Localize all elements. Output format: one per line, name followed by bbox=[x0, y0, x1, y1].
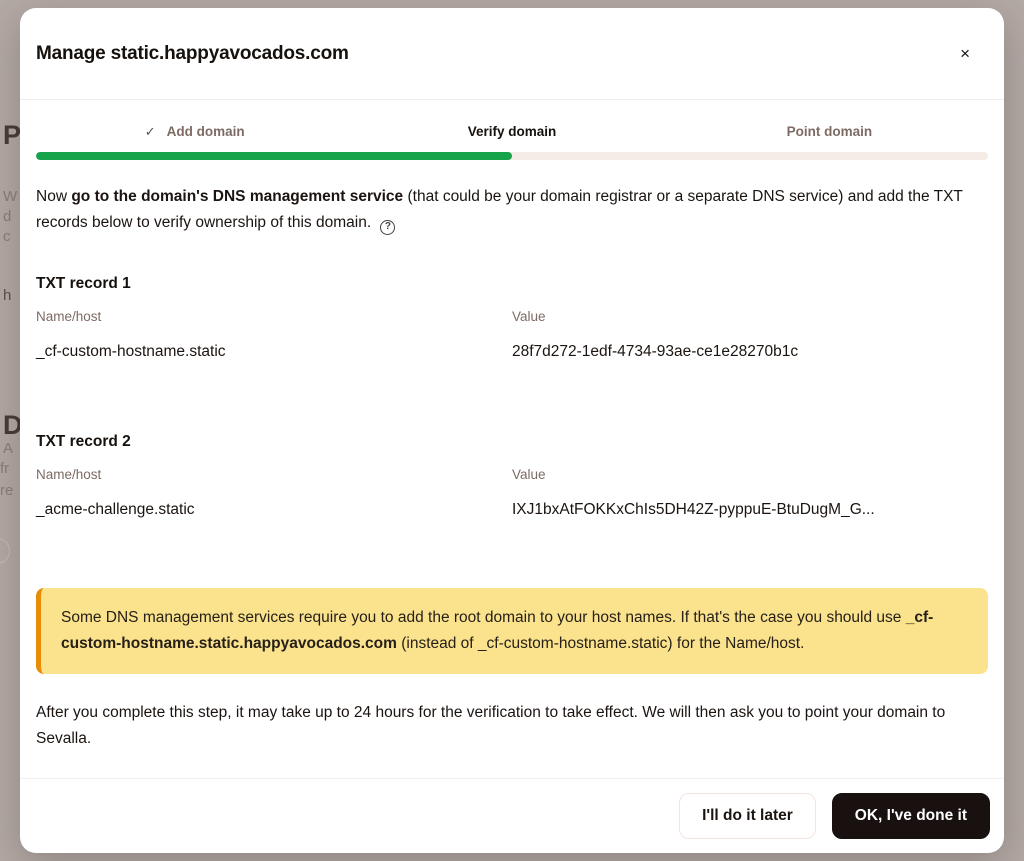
txt-record-1-headers: Name/host Value bbox=[36, 308, 988, 326]
background-text-fragment: P bbox=[3, 120, 21, 151]
value-column-header: Value bbox=[512, 308, 988, 326]
close-icon[interactable]: × bbox=[954, 39, 976, 68]
manage-domain-modal: Manage static.happyavocados.com × ✓ Add … bbox=[20, 8, 1004, 853]
txt-record-1-title: TXT record 1 bbox=[36, 274, 988, 294]
background-text-fragment: re bbox=[0, 482, 13, 499]
value-column-header: Value bbox=[512, 466, 988, 484]
background-circle-fragment bbox=[0, 538, 10, 564]
help-icon[interactable]: ? bbox=[380, 220, 395, 235]
check-icon: ✓ bbox=[145, 124, 156, 140]
modal-body: ✓ Add domain Verify domain Point domain … bbox=[20, 100, 1004, 778]
step-point-domain: Point domain bbox=[671, 124, 988, 140]
modal-header: Manage static.happyavocados.com × bbox=[20, 8, 1004, 100]
verification-time-note: After you complete this step, it may tak… bbox=[36, 700, 988, 752]
intro-paragraph: Now go to the domain's DNS management se… bbox=[36, 184, 988, 236]
txt-record-1-value: 28f7d272-1edf-4734-93ae-ce1e28270b1c bbox=[512, 342, 988, 362]
notice-text-post: (instead of _cf-custom-hostname.static) … bbox=[397, 635, 804, 652]
wizard-progress-fill bbox=[36, 152, 512, 160]
background-text-fragment: A bbox=[3, 440, 13, 457]
ok-done-button[interactable]: OK, I've done it bbox=[832, 793, 990, 839]
dns-root-domain-notice: Some DNS management services require you… bbox=[36, 588, 988, 674]
txt-record-1-name: _cf-custom-hostname.static bbox=[36, 342, 512, 362]
background-text-fragment: fr bbox=[0, 460, 9, 477]
step-verify-domain: Verify domain bbox=[353, 124, 670, 140]
intro-text-bold: go to the domain's DNS management servic… bbox=[71, 188, 403, 205]
notice-text-pre: Some DNS management services require you… bbox=[61, 609, 906, 626]
background-text-fragment: h bbox=[3, 287, 11, 304]
background-text-fragment: W bbox=[3, 188, 17, 205]
txt-record-1: TXT record 1 Name/host Value _cf-custom-… bbox=[36, 274, 988, 362]
name-host-column-header: Name/host bbox=[36, 308, 512, 326]
do-it-later-button[interactable]: I'll do it later bbox=[679, 793, 816, 839]
txt-record-2-values: _acme-challenge.static IXJ1bxAtFOKKxChIs… bbox=[36, 500, 988, 520]
txt-record-1-values: _cf-custom-hostname.static 28f7d272-1edf… bbox=[36, 342, 988, 362]
step-label: Point domain bbox=[787, 124, 873, 140]
background-text-fragment: c bbox=[3, 228, 11, 245]
txt-record-2-name: _acme-challenge.static bbox=[36, 500, 512, 520]
modal-title: Manage static.happyavocados.com bbox=[36, 43, 349, 65]
txt-record-2-value: IXJ1bxAtFOKKxChIs5DH42Z-pyppuE-BtuDugM_G… bbox=[512, 500, 988, 520]
modal-footer: I'll do it later OK, I've done it bbox=[20, 778, 1004, 853]
wizard-progress-bar bbox=[36, 152, 988, 160]
background-text-fragment: d bbox=[3, 208, 11, 225]
step-label: Verify domain bbox=[468, 124, 557, 140]
txt-record-2: TXT record 2 Name/host Value _acme-chall… bbox=[36, 432, 988, 520]
intro-text-pre: Now bbox=[36, 188, 71, 205]
txt-record-2-title: TXT record 2 bbox=[36, 432, 988, 452]
name-host-column-header: Name/host bbox=[36, 466, 512, 484]
txt-record-2-headers: Name/host Value bbox=[36, 466, 988, 484]
step-label: Add domain bbox=[167, 124, 245, 140]
step-add-domain: ✓ Add domain bbox=[36, 124, 353, 140]
wizard-stepper: ✓ Add domain Verify domain Point domain bbox=[36, 124, 988, 140]
